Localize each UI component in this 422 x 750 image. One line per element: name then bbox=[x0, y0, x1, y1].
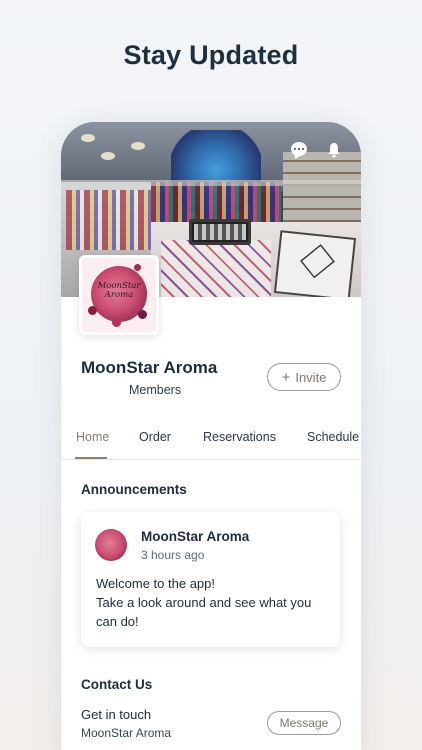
contact-title: Contact Us bbox=[81, 677, 153, 692]
page-headline: Stay Updated bbox=[123, 40, 299, 70]
business-name: MoonStar Aroma bbox=[81, 358, 218, 377]
post-timestamp: 3 hours ago bbox=[141, 548, 205, 562]
post-body-line1: Welcome to the app! bbox=[96, 576, 215, 591]
contact-row-title: Get in touch bbox=[81, 707, 152, 722]
contact-row-subtitle: MoonStar Aroma bbox=[81, 726, 172, 740]
invite-button[interactable]: + Invite bbox=[267, 363, 341, 391]
members-link[interactable]: Members bbox=[129, 383, 181, 397]
announcements-title: Announcements bbox=[81, 482, 187, 497]
message-button[interactable]: Message bbox=[267, 711, 341, 735]
post-body-line2: Take a look around and see what you can … bbox=[96, 595, 312, 629]
logo-text-line2: Aroma bbox=[104, 290, 134, 300]
active-tab-indicator bbox=[75, 457, 107, 459]
post-author: MoonStar Aroma bbox=[141, 529, 250, 544]
tab-bar: Home Order Reservations Schedule bbox=[61, 430, 361, 460]
business-logo: MoonStar Aroma bbox=[79, 255, 159, 335]
tab-home[interactable]: Home bbox=[76, 430, 109, 444]
bell-icon[interactable] bbox=[327, 142, 341, 158]
tab-reservations[interactable]: Reservations bbox=[203, 430, 276, 444]
plus-icon: + bbox=[281, 368, 291, 386]
phone-frame: MoonStar Aroma MoonStar Aroma Members + … bbox=[61, 122, 361, 750]
invite-label: Invite bbox=[295, 369, 327, 385]
chat-bubble-icon[interactable] bbox=[291, 142, 307, 156]
avatar bbox=[95, 529, 127, 561]
post-body: Welcome to the app! Take a look around a… bbox=[96, 574, 331, 631]
announcement-card[interactable]: MoonStar Aroma 3 hours ago Welcome to th… bbox=[81, 512, 340, 647]
tab-schedule[interactable]: Schedule bbox=[307, 430, 359, 444]
tab-order[interactable]: Order bbox=[139, 430, 171, 444]
